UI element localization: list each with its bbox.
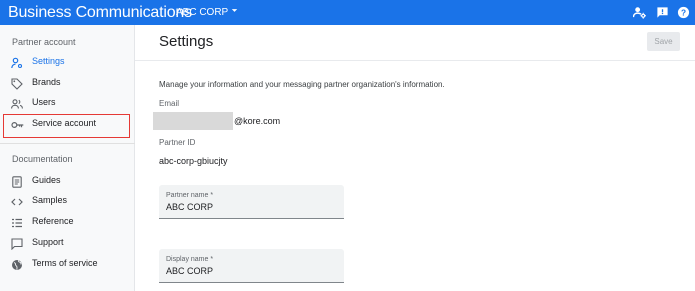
- sidebar-item-reference[interactable]: Reference: [0, 212, 135, 232]
- sidebar-item-guides[interactable]: Guides: [0, 171, 135, 191]
- sidebar: Partner account Settings Brands Users Se…: [0, 25, 135, 291]
- chat-icon: [11, 237, 23, 251]
- manage-account-icon[interactable]: [632, 6, 646, 19]
- sidebar-item-settings[interactable]: Settings: [0, 52, 135, 72]
- partner-name-label: Partner name *: [166, 192, 214, 199]
- org-name: ABC CORP: [176, 7, 229, 18]
- sidebar-item-terms-of-service[interactable]: Terms of service: [0, 254, 135, 274]
- partner-id-value: abc-corp-gbiucjty: [159, 156, 228, 166]
- feedback-icon[interactable]: [656, 6, 669, 19]
- partner-name-field[interactable]: Partner name * ABC CORP: [159, 185, 344, 219]
- users-icon: [11, 97, 23, 109]
- page-title: Settings: [159, 33, 214, 50]
- key-icon: [11, 118, 24, 130]
- display-name-value: ABC CORP: [166, 266, 214, 276]
- sidebar-item-label: Reference: [32, 216, 74, 226]
- sidebar-item-service-account[interactable]: Service account: [0, 114, 135, 134]
- sidebar-item-brands[interactable]: Brands: [0, 73, 135, 93]
- sidebar-item-label: Terms of service: [32, 258, 98, 268]
- sidebar-item-label: Settings: [32, 56, 65, 66]
- top-app-bar: Business Communications ABC CORP ?: [0, 0, 695, 25]
- display-name-field[interactable]: Display name * ABC CORP: [159, 249, 344, 283]
- help-icon[interactable]: ?: [677, 6, 690, 19]
- sidebar-item-label: Users: [32, 97, 56, 107]
- header-divider: [135, 60, 695, 61]
- partner-name-value: ABC CORP: [166, 202, 214, 212]
- sidebar-item-label: Service account: [32, 118, 97, 128]
- sidebar-item-label: Brands: [32, 77, 61, 87]
- list-icon: [11, 216, 23, 228]
- document-icon: [11, 175, 23, 188]
- email-label: Email: [159, 99, 180, 108]
- sidebar-divider: [0, 143, 135, 144]
- sidebar-item-support[interactable]: Support: [0, 233, 135, 253]
- sidebar-item-label: Support: [32, 237, 64, 247]
- code-icon: [11, 195, 23, 207]
- display-name-label: Display name *: [166, 256, 214, 263]
- email-domain: @kore.com: [234, 116, 281, 126]
- svg-text:?: ?: [681, 7, 686, 17]
- save-button[interactable]: Save: [647, 32, 680, 51]
- sidebar-item-label: Samples: [32, 195, 68, 205]
- sidebar-item-samples[interactable]: Samples: [0, 191, 135, 211]
- app-title[interactable]: Business Communications: [8, 3, 192, 22]
- documentation-heading: Documentation: [12, 154, 73, 164]
- dropdown-arrow-icon: [230, 6, 239, 19]
- sidebar-item-label: Guides: [32, 175, 61, 185]
- sidebar-item-users[interactable]: Users: [0, 93, 135, 113]
- org-switcher[interactable]: ABC CORP: [176, 6, 239, 19]
- settings-account-icon: [11, 56, 23, 69]
- partner-id-label: Partner ID: [159, 138, 196, 147]
- globe-icon: [11, 258, 23, 270]
- partner-account-heading: Partner account: [12, 37, 76, 47]
- settings-description: Manage your information and your messagi…: [159, 80, 445, 89]
- tag-icon: [11, 77, 23, 90]
- redacted-email-block: [153, 112, 233, 130]
